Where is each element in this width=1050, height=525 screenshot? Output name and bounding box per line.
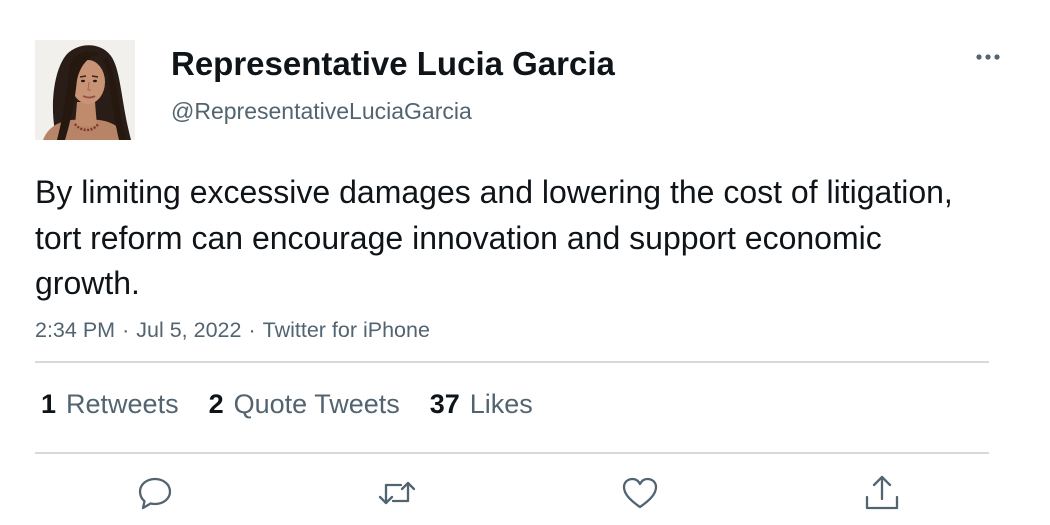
likes-stat[interactable]: 37 Likes bbox=[430, 389, 533, 420]
author-display-name[interactable]: Representative Lucia Garcia bbox=[171, 42, 615, 86]
quote-tweets-stat[interactable]: 2 Quote Tweets bbox=[209, 389, 400, 420]
reply-button[interactable] bbox=[135, 473, 175, 513]
like-button[interactable] bbox=[620, 473, 660, 513]
tweet-source[interactable]: Twitter for iPhone bbox=[263, 318, 430, 342]
share-icon bbox=[865, 475, 899, 510]
quote-tweets-label: Quote Tweets bbox=[233, 388, 400, 419]
meta-separator: · bbox=[122, 318, 130, 342]
retweets-label: Retweets bbox=[66, 388, 179, 419]
avatar-photo bbox=[35, 40, 135, 140]
retweet-button[interactable] bbox=[377, 473, 417, 513]
retweets-count: 1 bbox=[41, 388, 57, 419]
meta-separator: · bbox=[248, 318, 256, 342]
share-button[interactable] bbox=[862, 473, 902, 513]
likes-label: Likes bbox=[469, 388, 533, 419]
tweet-date[interactable]: Jul 5, 2022 bbox=[136, 318, 241, 342]
likes-count: 37 bbox=[429, 388, 460, 419]
tweet-time[interactable]: 2:34 PM bbox=[35, 318, 115, 342]
divider bbox=[35, 361, 989, 363]
divider bbox=[35, 452, 989, 454]
avatar[interactable] bbox=[35, 40, 135, 140]
tweet-text: By limiting excessive damages and loweri… bbox=[35, 174, 953, 301]
retweet-icon bbox=[378, 481, 416, 505]
retweets-stat[interactable]: 1 Retweets bbox=[41, 389, 179, 420]
engagement-stats: 1 Retweets 2 Quote Tweets 37 Likes bbox=[41, 386, 563, 422]
author-handle[interactable]: @RepresentativeLuciaGarcia bbox=[171, 96, 472, 126]
reply-icon bbox=[138, 477, 172, 510]
more-options-icon[interactable] bbox=[970, 44, 1006, 70]
like-icon bbox=[622, 477, 658, 509]
tweet-meta: 2:34 PM · Jul 5, 2022 · Twitter for iPhone bbox=[35, 315, 430, 345]
quote-tweets-count: 2 bbox=[208, 388, 224, 419]
